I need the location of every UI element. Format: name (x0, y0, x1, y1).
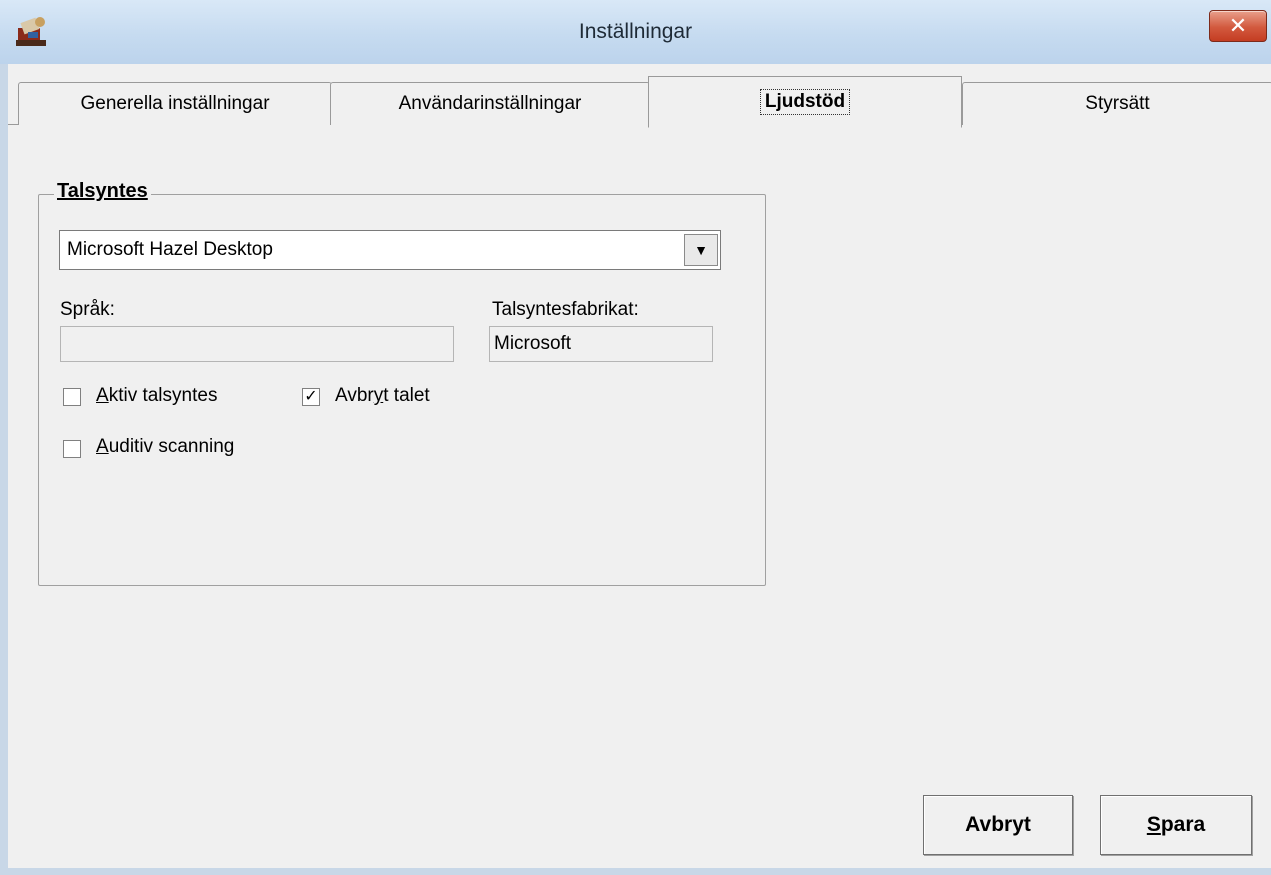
cancel-button-label: Avbryt (965, 813, 1031, 836)
tab-generella-installningar[interactable]: Generella inställningar (18, 82, 332, 125)
active-tts-label[interactable]: Aktiv talsyntes (96, 385, 217, 407)
window-frame-left (0, 64, 8, 875)
chevron-down-icon: ▼ (694, 242, 708, 258)
tab-label: Generella inställningar (80, 93, 270, 114)
tab-label: Styrsätt (1085, 93, 1150, 114)
window-frame-bottom (0, 868, 1271, 875)
voice-select[interactable]: Microsoft Hazel Desktop ▼ (59, 230, 721, 270)
check-icon: ✓ (304, 388, 318, 405)
title-bar[interactable]: Inställningar ✕ (0, 0, 1271, 65)
interrupt-speech-checkbox[interactable]: ✓ (302, 388, 320, 406)
vendor-label: Talsyntesfabrikat: (492, 299, 639, 320)
auditory-scanning-label[interactable]: Auditiv scanning (96, 436, 234, 458)
interrupt-speech-label[interactable]: Avbryt talet (335, 385, 430, 407)
dropdown-button[interactable]: ▼ (684, 234, 718, 266)
talsyntes-group-title: Talsyntes (54, 180, 151, 203)
close-icon: ✕ (1228, 13, 1248, 39)
tab-ljudstod[interactable]: Ljudstöd (648, 76, 962, 128)
save-button-label: Spara (1146, 813, 1206, 836)
vendor-value: Microsoft (494, 333, 572, 354)
vendor-field: Microsoft (489, 326, 713, 362)
window-title: Inställningar (578, 20, 693, 43)
cancel-button[interactable]: Avbryt (923, 795, 1073, 855)
tab-label: Ljudstöd (759, 89, 851, 115)
auditory-scanning-checkbox[interactable] (63, 440, 81, 458)
save-button[interactable]: Spara (1100, 795, 1252, 855)
voice-select-value: Microsoft Hazel Desktop (67, 239, 273, 260)
tab-anvandarinstallningar[interactable]: Användarinställningar (330, 82, 650, 125)
active-tts-checkbox[interactable] (63, 388, 81, 406)
tab-styrsatt[interactable]: Styrsätt (962, 82, 1271, 125)
close-button[interactable]: ✕ (1209, 10, 1267, 42)
language-label: Språk: (60, 299, 115, 320)
tab-label: Användarinställningar (398, 93, 582, 114)
language-field (60, 326, 454, 362)
settings-window: Inställningar ✕ Generella inställningar … (0, 0, 1271, 875)
